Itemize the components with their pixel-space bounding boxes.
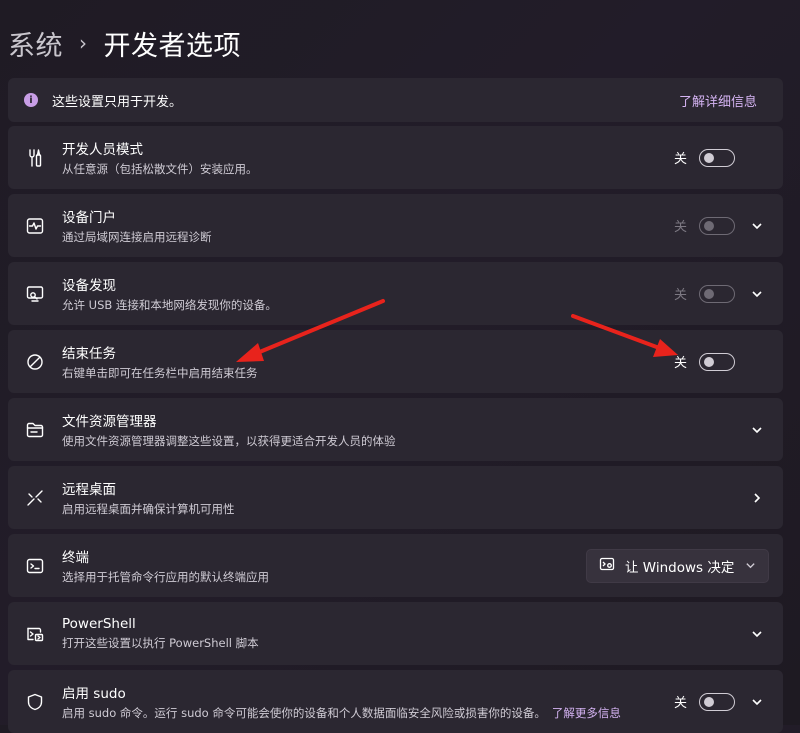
toggle-state-label: 关	[673, 696, 687, 711]
setting-title: 文件资源管理器	[62, 414, 157, 430]
setting-title: 远程桌面	[62, 482, 116, 498]
setting-title: 结束任务	[62, 346, 116, 362]
terminal-icon	[25, 556, 45, 576]
sudo-description-text: 启用 sudo 命令。运行 sudo 命令可能会使你的设备和个人数据面临安全风险…	[62, 706, 546, 720]
info-icon: i	[24, 93, 38, 107]
setting-enable-sudo[interactable]: 启用 sudo 启用 sudo 命令。运行 sudo 命令可能会使你的设备和个人…	[8, 670, 783, 733]
setting-title: 开发人员模式	[62, 142, 143, 158]
chevron-down-icon[interactable]	[747, 220, 767, 232]
setting-title: 设备发现	[62, 278, 116, 294]
setting-file-explorer[interactable]: 文件资源管理器 使用文件资源管理器调整这些设置，以获得更适合开发人员的体验	[8, 398, 783, 461]
device-discovery-toggle[interactable]	[699, 284, 735, 303]
powershell-icon	[25, 624, 45, 644]
setting-end-task: 结束任务 右键单击即可在任务栏中启用结束任务 关	[8, 330, 783, 393]
setting-powershell[interactable]: PowerShell 打开这些设置以执行 PowerShell 脚本	[8, 602, 783, 665]
chevron-down-icon[interactable]	[747, 424, 767, 436]
setting-description: 使用文件资源管理器调整这些设置，以获得更适合开发人员的体验	[62, 434, 396, 448]
terminal-app-icon	[599, 556, 615, 576]
setting-description: 从任意源（包括松散文件）安装应用。	[62, 162, 258, 176]
setting-description: 通过局域网连接启用远程诊断	[62, 230, 212, 244]
setting-description: 打开这些设置以执行 PowerShell 脚本	[62, 636, 259, 650]
chevron-right-icon[interactable]	[747, 492, 767, 504]
setting-terminal: 终端 选择用于托管命令行应用的默认终端应用 让 Windows 决定	[8, 534, 783, 597]
setting-title: 设备门户	[62, 210, 116, 226]
page-title: 开发者选项	[103, 30, 241, 62]
learn-more-link[interactable]: 了解详细信息	[679, 91, 757, 110]
device-discovery-icon	[25, 284, 45, 304]
setting-title: PowerShell	[62, 616, 136, 632]
setting-remote-desktop[interactable]: 远程桌面 启用远程桌面并确保计算机可用性	[8, 466, 783, 529]
setting-description: 启用远程桌面并确保计算机可用性	[62, 502, 235, 516]
chevron-down-icon[interactable]	[747, 696, 767, 708]
breadcrumb-parent[interactable]: 系统	[8, 24, 63, 63]
toggle-state-label: 关	[673, 220, 687, 235]
setting-description: 允许 USB 连接和本地网络发现你的设备。	[62, 298, 277, 312]
default-terminal-dropdown[interactable]: 让 Windows 决定	[586, 548, 769, 583]
setting-title: 终端	[62, 550, 89, 566]
info-text: 这些设置只用于开发。	[52, 94, 183, 110]
chevron-down-icon	[745, 556, 756, 575]
setting-device-portal[interactable]: 设备门户 通过局域网连接启用远程诊断 关	[8, 194, 783, 257]
setting-description: 选择用于托管命令行应用的默认终端应用	[62, 570, 269, 584]
chevron-down-icon[interactable]	[747, 288, 767, 300]
toggle-state-label: 关	[673, 288, 687, 303]
remote-desktop-icon	[25, 488, 45, 508]
dropdown-selected-value: 让 Windows 决定	[625, 559, 735, 576]
shield-icon	[25, 692, 45, 712]
setting-description: 启用 sudo 命令。运行 sudo 命令可能会使你的设备和个人数据面临安全风险…	[62, 705, 621, 721]
info-bar: i 这些设置只用于开发。 了解详细信息	[8, 78, 783, 122]
sudo-learn-more-link[interactable]: 了解更多信息	[552, 706, 621, 720]
breadcrumb-separator: ›	[79, 31, 88, 55]
chevron-down-icon[interactable]	[747, 628, 767, 640]
breadcrumb: 系统 › 开发者选项	[8, 22, 241, 64]
setting-title: 启用 sudo	[62, 686, 126, 702]
setting-description: 右键单击即可在任务栏中启用结束任务	[62, 366, 258, 380]
device-portal-toggle[interactable]	[699, 216, 735, 235]
prohibit-icon	[25, 352, 45, 372]
developer-mode-toggle[interactable]	[699, 148, 735, 167]
folder-icon	[25, 420, 45, 440]
end-task-toggle[interactable]	[699, 352, 735, 371]
toggle-state-label: 关	[673, 152, 687, 167]
setting-developer-mode: 开发人员模式 从任意源（包括松散文件）安装应用。 关	[8, 126, 783, 189]
tools-icon	[25, 148, 45, 168]
toggle-state-label: 关	[673, 356, 687, 371]
sudo-toggle[interactable]	[699, 692, 735, 711]
monitor-pulse-icon	[25, 216, 45, 236]
setting-device-discovery[interactable]: 设备发现 允许 USB 连接和本地网络发现你的设备。 关	[8, 262, 783, 325]
